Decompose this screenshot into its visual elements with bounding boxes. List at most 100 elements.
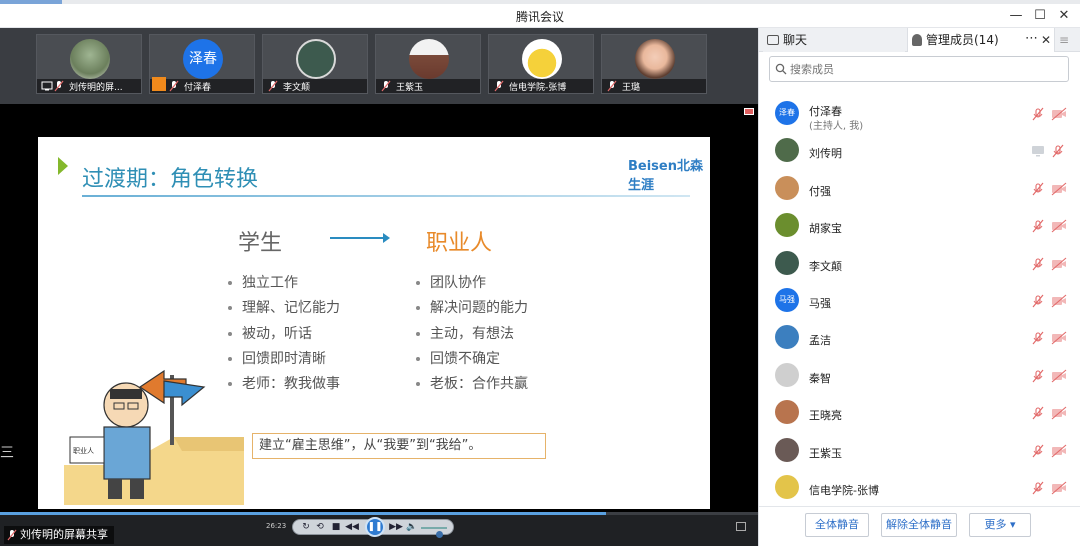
fast-forward-icon[interactable]: ▶▶ [389, 521, 403, 534]
member-row[interactable]: 李文颠 [759, 246, 1080, 282]
list-item: 团队协作 [416, 271, 528, 296]
pause-icon[interactable]: ❚❚ [365, 517, 385, 537]
screen-share-icon [41, 81, 53, 91]
mic-muted-icon[interactable] [1031, 368, 1045, 383]
loop-icon[interactable]: ↻ [299, 521, 313, 534]
slide-note-box: 建立“雇主思维”，从“我要”到“我给”。 [252, 433, 546, 459]
member-row[interactable]: 秦智 [759, 358, 1080, 394]
volume-icon[interactable]: 🔈 [405, 521, 419, 534]
tile-name-bar: 王璐 [602, 79, 706, 93]
fullscreen-icon[interactable] [736, 522, 746, 531]
menu-icon[interactable]: 三 [0, 442, 14, 470]
member-row[interactable]: 付强 [759, 171, 1080, 207]
member-avatar [775, 437, 799, 462]
left-heading: 学生 [238, 231, 283, 256]
participant-tile[interactable]: 王紫玉 [375, 34, 481, 94]
tab-members-label: 管理成员(14) [926, 33, 999, 47]
minimize-icon[interactable]: — [1004, 6, 1028, 26]
screen-share-label: 刘传明的屏幕共享 [4, 526, 114, 544]
rotate-icon[interactable]: ⟲ [313, 521, 327, 534]
member-row[interactable]: 胡家宝 [759, 208, 1080, 244]
presentation-slide: 过渡期：角色转换 Beisen北森生涯 学生 职业人 独立工作 理解、记忆能力 … [38, 137, 710, 509]
member-avatar [775, 325, 799, 350]
slide-title: 过渡期：角色转换 [82, 167, 259, 192]
participant-name: 王紫玉 [396, 83, 424, 93]
window-title: 腾讯会议 [515, 10, 564, 24]
mic-muted-icon[interactable] [1031, 330, 1045, 345]
camera-off-icon[interactable] [1051, 181, 1067, 196]
list-item: 主动，有想法 [416, 322, 528, 347]
brand-logo: Beisen北森生涯 [628, 159, 703, 193]
camera-off-icon[interactable] [1051, 443, 1067, 458]
camera-off-icon[interactable] [1051, 256, 1067, 271]
member-row[interactable]: 泽春 付泽春 (主持人, 我) [759, 96, 1080, 132]
close-icon[interactable]: ✕ [1052, 6, 1076, 26]
mute-all-button[interactable]: 全体静音 [805, 513, 869, 537]
maximize-icon[interactable]: ☐ [1028, 6, 1052, 26]
camera-off-icon[interactable] [1051, 330, 1067, 345]
mic-muted-icon[interactable] [1031, 181, 1045, 196]
camera-off-icon[interactable] [1051, 106, 1067, 121]
player-controls: 26:23 ↻ ⟲ ■ ◀◀ ❚❚ ▶▶ 🔈 刘传明的屏幕共享 [0, 512, 758, 546]
participant-tile[interactable]: 李文颠 [262, 34, 368, 94]
volume-slider[interactable] [421, 527, 447, 538]
unmute-all-button[interactable]: 解除全体静音 [881, 513, 957, 537]
mic-muted-icon [381, 80, 391, 92]
mic-muted-icon[interactable] [1031, 405, 1045, 420]
close-icon[interactable]: ✕ [1041, 28, 1051, 52]
member-avatar [775, 362, 799, 387]
tile-name-bar: 付泽春 [150, 77, 254, 93]
stop-icon[interactable]: ■ [329, 521, 343, 534]
camera-off-icon[interactable] [1051, 480, 1067, 495]
screen-share-icon[interactable] [1031, 143, 1045, 157]
crossroads-illustration: 职业人 [64, 369, 244, 505]
panel-footer: 全体静音 解除全体静音 更多 ▾ [759, 506, 1080, 546]
camera-off-icon[interactable] [1051, 293, 1067, 308]
tile-name-bar: 信电学院-张博 [489, 79, 593, 93]
member-row[interactable]: 王晓亮 [759, 395, 1080, 431]
participant-tile[interactable]: 信电学院-张博 [488, 34, 594, 94]
volume-knob[interactable] [436, 531, 444, 538]
slide-title-marker [58, 157, 68, 175]
mic-muted-icon[interactable] [1031, 256, 1045, 270]
rewind-icon[interactable]: ◀◀ [345, 521, 359, 534]
participant-tile[interactable]: 泽春 付泽春 [149, 34, 255, 94]
participant-avatar [409, 39, 449, 79]
member-name: 刘传明 [809, 147, 842, 161]
more-button[interactable]: 更多 ▾ [969, 513, 1031, 537]
mic-muted-icon [54, 80, 64, 92]
mic-muted-icon[interactable] [1031, 293, 1045, 308]
seek-bar[interactable] [0, 512, 758, 515]
participant-tile[interactable]: 王璐 [601, 34, 707, 94]
mic-muted-icon[interactable] [1031, 218, 1045, 233]
mic-muted-icon[interactable] [1031, 443, 1045, 457]
mic-muted-icon[interactable] [1031, 480, 1045, 495]
participant-tile[interactable]: 刘传明的屏... [36, 34, 142, 94]
member-row[interactable]: 信电学院-张博 [759, 470, 1080, 506]
camera-off-icon[interactable] [1051, 218, 1067, 233]
member-row[interactable]: 刘传明 [759, 133, 1080, 169]
camera-off-icon[interactable] [1051, 368, 1067, 383]
participant-avatar: 泽春 [183, 39, 223, 79]
member-name: 信电学院-张博 [809, 484, 879, 497]
mic-muted-icon [494, 80, 504, 92]
member-row[interactable]: 马强 马强 [759, 283, 1080, 319]
list-item: 老师：教我做事 [228, 372, 340, 397]
participant-avatar [70, 39, 110, 79]
member-row[interactable]: 孟洁 [759, 320, 1080, 356]
menu-icon[interactable]: ≡ [1059, 28, 1069, 52]
share-window-flag [744, 108, 754, 115]
meeting-window: 腾讯会议 — ☐ ✕ 刘传明的屏... 泽春 付泽春 李文颠 王紫玉 信电学院-… [0, 0, 1080, 546]
mic-muted-icon[interactable] [1051, 143, 1067, 158]
member-avatar: 泽春 [775, 101, 799, 125]
member-role: (主持人, 我) [809, 121, 864, 132]
member-row[interactable]: 王紫玉 [759, 433, 1080, 469]
member-search-input[interactable] [790, 61, 1060, 77]
tab-chat[interactable]: 聊天 [763, 28, 905, 52]
camera-off-icon[interactable] [1051, 405, 1067, 420]
participant-avatar [522, 39, 562, 79]
mic-muted-icon[interactable] [1031, 106, 1045, 121]
participant-name: 刘传明的屏... [69, 83, 123, 93]
more-icon[interactable]: ⋯ [1025, 28, 1038, 50]
member-avatar [775, 213, 799, 238]
